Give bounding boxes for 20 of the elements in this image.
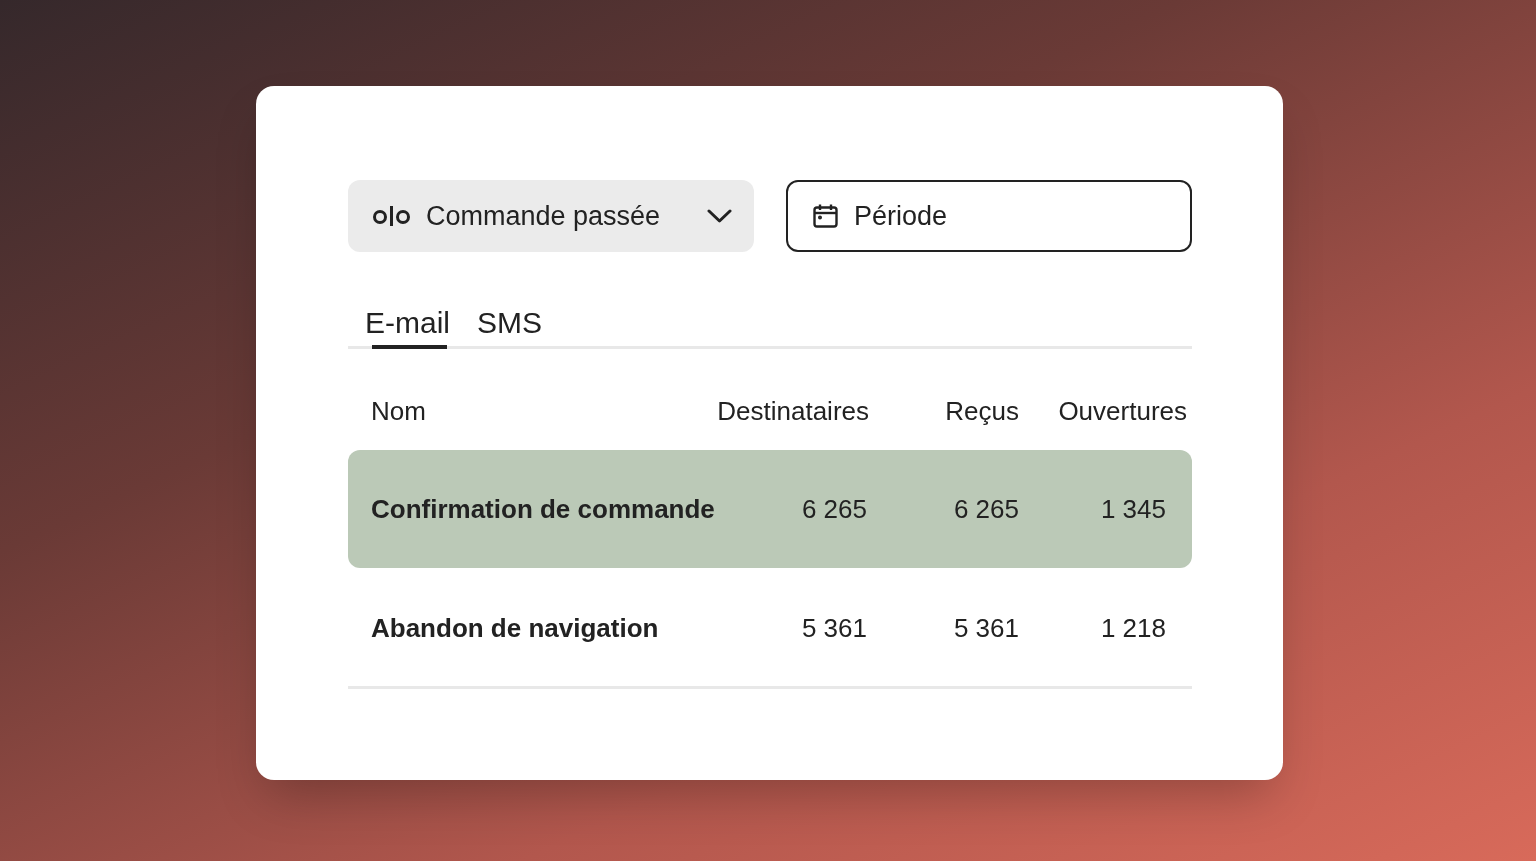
row-name: Abandon de navigation: [371, 613, 659, 643]
table-cell: 6 265: [801, 494, 867, 524]
table-cell: 1 345: [1100, 494, 1166, 524]
event-dropdown[interactable]: Commande passée: [348, 180, 754, 252]
column-header: Destinataires: [717, 396, 869, 426]
split-circles-icon: [372, 205, 411, 227]
table-cell: 5 361: [953, 613, 1019, 643]
tab[interactable]: SMS: [477, 290, 543, 349]
column-header: Ouvertures: [1058, 396, 1187, 426]
selected-row[interactable]: Confirmation de commande 6 265 6 265 1 345: [348, 450, 1192, 568]
period-button[interactable]: Période: [786, 180, 1192, 252]
column-header: Reçus: [945, 396, 1019, 426]
chevron-down-icon: [707, 209, 732, 223]
calendar-icon: [813, 204, 838, 228]
table-cell: 1 218: [1100, 613, 1166, 643]
table-cell: 5 361: [801, 613, 867, 643]
tab[interactable]: E-mail: [365, 290, 450, 349]
column-header: Nom: [371, 396, 426, 426]
table-cell: 6 265: [953, 494, 1019, 524]
row-name: Confirmation de commande: [371, 494, 715, 524]
